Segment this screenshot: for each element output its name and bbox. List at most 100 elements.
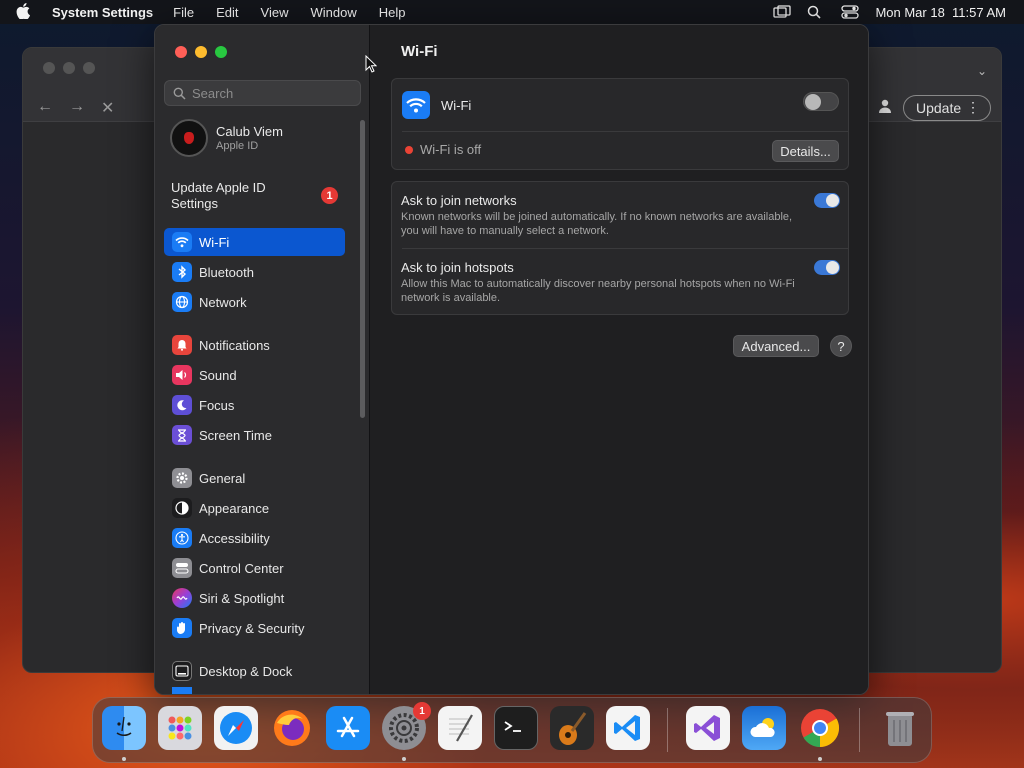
dock: 1 — [92, 697, 932, 763]
ask-networks-toggle[interactable] — [814, 193, 840, 208]
sidebar-item-label: General — [199, 470, 246, 486]
sidebar-item-label: Network — [199, 294, 247, 310]
ask-hotspots-toggle[interactable] — [814, 260, 840, 275]
sidebar-item-label: Desktop & Dock — [199, 663, 293, 679]
bluetooth-icon — [172, 262, 192, 282]
menu-edit[interactable]: Edit — [216, 5, 238, 20]
terminal-icon[interactable] — [494, 706, 538, 750]
sidebar-item-privacy-security[interactable]: Privacy & Security — [164, 614, 345, 642]
dock-separator — [859, 708, 860, 752]
bell-icon — [172, 335, 192, 355]
browser-close-button[interactable] — [43, 62, 55, 74]
chrome-icon[interactable] — [798, 706, 842, 750]
weather-icon[interactable] — [742, 706, 786, 750]
back-arrow-icon[interactable]: ← — [37, 98, 53, 116]
menu-window[interactable]: Window — [310, 5, 356, 20]
ask-networks-description: Known networks will be joined automatica… — [401, 211, 793, 237]
launchpad-icon[interactable] — [158, 706, 202, 750]
sidebar-item-label: Privacy & Security — [199, 620, 305, 636]
update-badge: 1 — [321, 187, 338, 204]
search-input[interactable] — [192, 85, 352, 101]
wifi-toggle[interactable] — [803, 92, 839, 111]
details-button[interactable]: Details... — [772, 140, 839, 162]
zoom-button[interactable] — [215, 46, 227, 58]
sidebar-item-control-center[interactable]: Control Center — [164, 554, 345, 582]
textedit-icon[interactable] — [438, 706, 482, 750]
sidebar-item-label: Control Center — [199, 560, 284, 576]
help-button[interactable]: ? — [830, 335, 852, 357]
sidebar-item-network[interactable]: Network — [164, 288, 345, 316]
sidebar-item-desktop-dock[interactable]: Desktop & Dock — [164, 657, 345, 685]
visual-studio-icon[interactable] — [686, 706, 730, 750]
sidebar-item-label: Notifications — [199, 337, 270, 353]
control-center-menu-icon[interactable] — [841, 5, 860, 19]
browser-update-button[interactable]: Update ⋮ — [903, 95, 991, 121]
menu-view[interactable]: View — [261, 5, 289, 20]
wifi-icon — [172, 232, 192, 252]
app-store-icon[interactable] — [326, 706, 370, 750]
sidebar-item-focus[interactable]: Focus — [164, 391, 345, 419]
sidebar-item-wifi[interactable]: Wi-Fi — [164, 228, 345, 256]
page-title: Wi-Fi — [401, 43, 438, 60]
moon-icon — [172, 395, 192, 415]
menu-file[interactable]: File — [173, 5, 194, 20]
dock-icon — [172, 661, 192, 681]
join-options-card: Ask to join networks Known networks will… — [391, 181, 849, 315]
close-button[interactable] — [175, 46, 187, 58]
system-settings-badge: 1 — [413, 702, 431, 720]
menu-help[interactable]: Help — [379, 5, 406, 20]
browser-zoom-button[interactable] — [83, 62, 95, 74]
firefox-icon[interactable] — [270, 706, 314, 750]
update-apple-id-settings[interactable]: Update Apple ID Settings — [171, 180, 311, 212]
sidebar-scrollbar[interactable] — [360, 120, 365, 418]
minimize-button[interactable] — [195, 46, 207, 58]
apple-menu-icon[interactable] — [16, 2, 38, 22]
mouse-cursor-icon — [365, 54, 378, 78]
finder-icon[interactable] — [102, 706, 146, 750]
sidebar-item-bluetooth[interactable]: Bluetooth — [164, 258, 345, 286]
menu-app-name[interactable]: System Settings — [52, 5, 153, 20]
sidebar-item-notifications[interactable]: Notifications — [164, 331, 345, 359]
sidebar-item-general[interactable]: General — [164, 464, 345, 492]
menu-clock[interactable]: Mon Mar 18 11:57 AM — [875, 5, 1006, 20]
wifi-label: Wi-Fi — [441, 98, 472, 113]
speaker-icon — [172, 365, 192, 385]
sidebar-item-screen-time[interactable]: Screen Time — [164, 421, 345, 449]
advanced-button[interactable]: Advanced... — [733, 335, 819, 357]
sidebar-item-label: Siri & Spotlight — [199, 590, 285, 606]
search-field[interactable] — [164, 80, 361, 106]
sidebar-item-accessibility[interactable]: Accessibility — [164, 524, 345, 552]
profile-icon[interactable] — [877, 98, 895, 116]
divider — [402, 131, 848, 132]
sidebar-item-sound[interactable]: Sound — [164, 361, 345, 389]
stop-loading-icon[interactable]: ✕ — [101, 98, 114, 118]
sidebar-item-label: Sound — [199, 367, 237, 383]
spotlight-search-icon[interactable] — [807, 5, 825, 19]
sidebar-item-label: Bluetooth — [199, 264, 254, 280]
appearance-icon — [172, 498, 192, 518]
apple-id-account[interactable]: Calub Viem Apple ID — [170, 119, 283, 157]
trash-icon[interactable] — [878, 706, 922, 750]
globe-icon — [172, 292, 192, 312]
browser-minimize-button[interactable] — [63, 62, 75, 74]
sidebar-item-siri-spotlight[interactable]: Siri & Spotlight — [164, 584, 345, 612]
safari-icon[interactable] — [214, 706, 258, 750]
content-pane: Wi-Fi Wi-Fi Wi-Fi is off Details... Ask … — [371, 25, 868, 694]
ask-hotspots-description: Allow this Mac to automatically discover… — [401, 278, 795, 304]
garageband-icon[interactable] — [550, 706, 594, 750]
control-center-icon — [172, 558, 192, 578]
tab-list-chevron-icon[interactable]: ⌄ — [977, 64, 987, 78]
sidebar-item-appearance[interactable]: Appearance — [164, 494, 345, 522]
dock-separator — [667, 708, 668, 752]
ask-networks-title: Ask to join networks — [401, 193, 517, 208]
accessibility-icon — [172, 528, 192, 548]
gear-icon — [172, 468, 192, 488]
wifi-card: Wi-Fi Wi-Fi is off Details... — [391, 78, 849, 170]
ask-hotspots-title: Ask to join hotspots — [401, 260, 514, 275]
forward-arrow-icon[interactable]: → — [69, 98, 85, 116]
screen-mirroring-icon[interactable] — [773, 5, 792, 19]
siri-icon — [172, 588, 192, 608]
visual-studio-code-icon[interactable] — [606, 706, 650, 750]
sidebar-item-partial[interactable] — [164, 687, 345, 694]
wifi-large-icon — [402, 91, 430, 119]
